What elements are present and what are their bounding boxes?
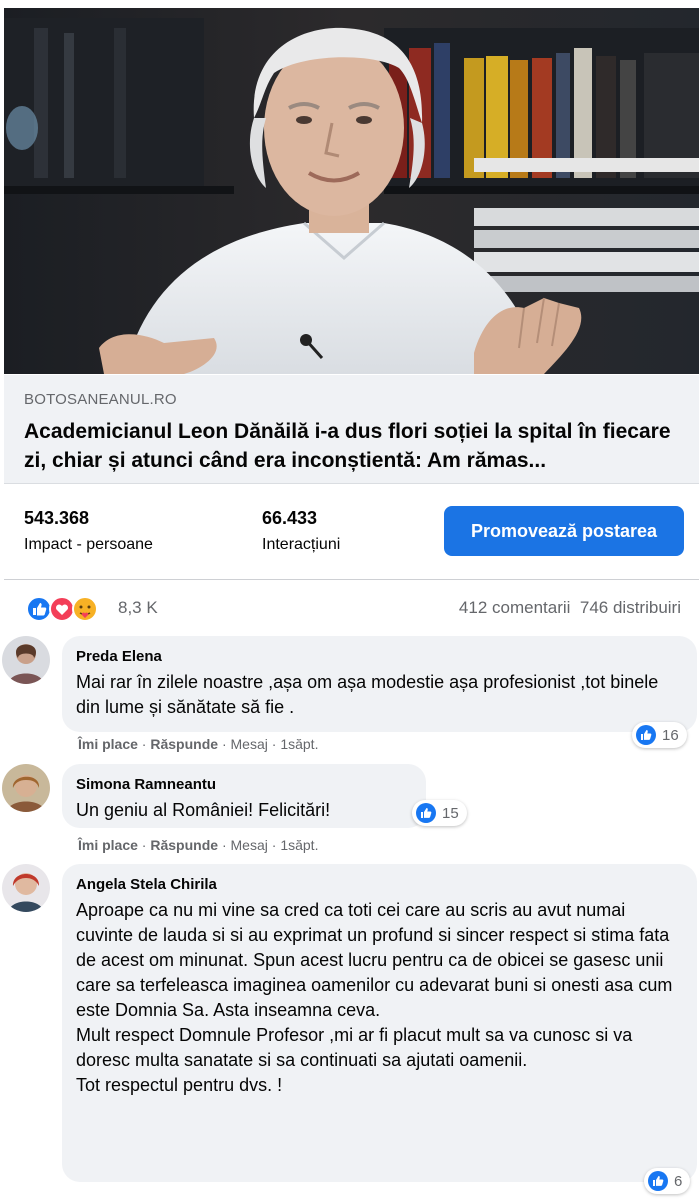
comment-author[interactable]: Preda Elena <box>76 648 162 665</box>
love-icon <box>49 596 75 622</box>
avatar[interactable] <box>2 864 50 912</box>
comment-bubble: Preda Elena Mai rar în zilele noastre ,a… <box>62 636 697 732</box>
reply-link[interactable]: Răspunde <box>150 837 218 853</box>
comment-time[interactable]: 1săpt. <box>280 736 318 752</box>
engagement-label: Interacțiuni <box>262 536 341 553</box>
comment-like-badge[interactable]: 6 <box>644 1168 691 1194</box>
engagement-value: 66.433 <box>262 508 318 528</box>
post-insights: 543.368 Impact - persoane 66.433 Interac… <box>4 484 699 580</box>
comment-bubble: Simona Ramneantu Un geniu al României! F… <box>62 764 426 828</box>
comment-time[interactable]: 1săpt. <box>280 837 318 853</box>
comment-actions: Îmi place · Răspunde · Mesaj · 1săpt. <box>78 736 319 752</box>
avatar[interactable] <box>2 636 50 684</box>
reach-value: 543.368 <box>24 508 90 528</box>
message-link[interactable]: Mesaj <box>231 837 268 853</box>
like-icon <box>26 596 52 622</box>
link-headline[interactable]: Academicianul Leon Dănăilă i-a dus flori… <box>24 417 689 475</box>
like-icon <box>648 1171 668 1191</box>
like-link[interactable]: Îmi place <box>78 837 138 853</box>
comments-count[interactable]: 412 comentarii <box>459 598 571 617</box>
comment-text: Aproape ca nu mi vine sa cred ca toti ce… <box>76 900 673 1095</box>
reactions-bar: 8,3 K 412 comentarii 746 distribuiri <box>4 580 699 636</box>
like-icon <box>636 725 656 745</box>
comment-actions: Îmi place · Răspunde · Mesaj · 1săpt. <box>78 837 319 853</box>
shares-count[interactable]: 746 distribuiri <box>580 598 681 617</box>
like-link[interactable]: Îmi place <box>78 736 138 752</box>
article-photo[interactable] <box>4 8 699 374</box>
promote-post-button[interactable]: Promovează postarea <box>444 506 684 556</box>
comment-like-badge[interactable]: 15 <box>412 800 467 826</box>
comment-like-count: 16 <box>662 726 679 744</box>
comment-like-count: 6 <box>674 1172 683 1190</box>
reaction-count[interactable]: 8,3 K <box>118 598 158 618</box>
comment-text: Mai rar în zilele noastre ,așa om așa mo… <box>76 672 659 717</box>
care-icon <box>72 596 98 622</box>
comment-author[interactable]: Simona Ramneantu <box>76 776 216 793</box>
reaction-icons[interactable] <box>26 596 116 622</box>
reach-label: Impact - persoane <box>24 536 153 553</box>
comment-author[interactable]: Angela Stela Chirila <box>76 876 217 893</box>
portrait-illustration <box>4 8 699 374</box>
comment-bubble: Angela Stela Chirila Aproape ca nu mi vi… <box>62 864 697 1182</box>
like-icon <box>416 803 436 823</box>
avatar[interactable] <box>2 764 50 812</box>
comments-shares: 412 comentarii 746 distribuiri <box>459 598 681 618</box>
comment-like-badge[interactable]: 16 <box>632 722 687 748</box>
comment-text: Un geniu al României! Felicitări! <box>76 800 331 820</box>
comment-like-count: 15 <box>442 804 459 822</box>
link-preview[interactable]: BOTOSANEANUL.RO Academicianul Leon Dănăi… <box>4 375 699 484</box>
message-link[interactable]: Mesaj <box>231 736 268 752</box>
reply-link[interactable]: Răspunde <box>150 736 218 752</box>
link-domain: BOTOSANEANUL.RO <box>24 391 177 408</box>
